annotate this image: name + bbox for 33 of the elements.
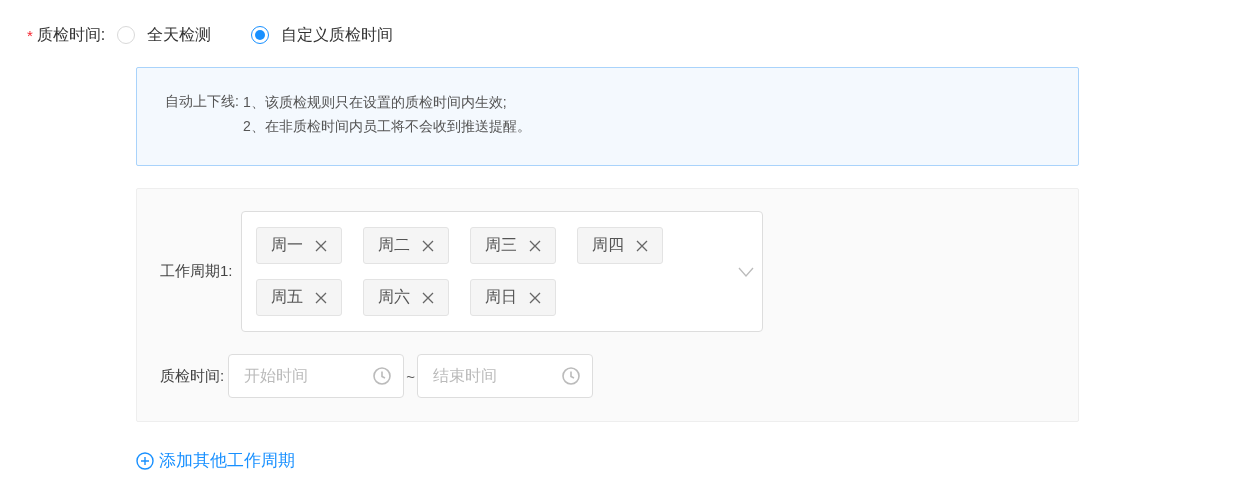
field-label: 质检时间: [36,24,106,45]
close-icon[interactable] [314,239,327,252]
close-icon[interactable] [421,291,434,304]
range-separator: ~ [406,367,415,385]
tag[interactable]: 周一 [255,227,342,264]
tag[interactable]: 周二 [362,227,449,264]
required-mark: * [27,26,33,44]
tag[interactable]: 周日 [469,279,556,316]
radio-label[interactable]: 自定义质检时间 [281,24,394,46]
plus-circle-icon[interactable] [136,451,154,470]
tag[interactable]: 周四 [576,227,663,264]
clock-icon [561,367,580,385]
radio-button[interactable] [251,26,270,44]
notice-line: 2、在非质检时间内员工将不会收到推送提醒。 [242,117,531,136]
tag[interactable]: 周五 [255,279,342,316]
clock-icon [373,367,392,385]
tag[interactable]: 周六 [362,279,449,316]
close-icon[interactable] [635,239,648,252]
time-input[interactable]: 开始时间 [244,367,374,385]
notice-line: 1、该质检规则只在设置的质检时间内生效; [242,93,508,112]
close-icon[interactable] [314,291,327,304]
tag[interactable]: 周三 [469,227,556,264]
time-input[interactable]: 结束时间 [432,367,562,385]
close-icon[interactable] [528,291,541,304]
notice-title: 自动上下线: [165,92,239,111]
close-icon[interactable] [528,239,541,252]
close-icon[interactable] [421,239,434,252]
time-picker[interactable]: 开始时间 [228,354,405,398]
time-picker[interactable]: 结束时间 [416,354,593,398]
select-field[interactable]: 周一 周二 周三 周四 周五 周六 周日 [240,211,763,332]
radio-label[interactable]: 全天检测 [147,24,212,46]
time-label: 质检时间: [160,366,225,386]
period-label: 工作周期1: [160,262,233,281]
